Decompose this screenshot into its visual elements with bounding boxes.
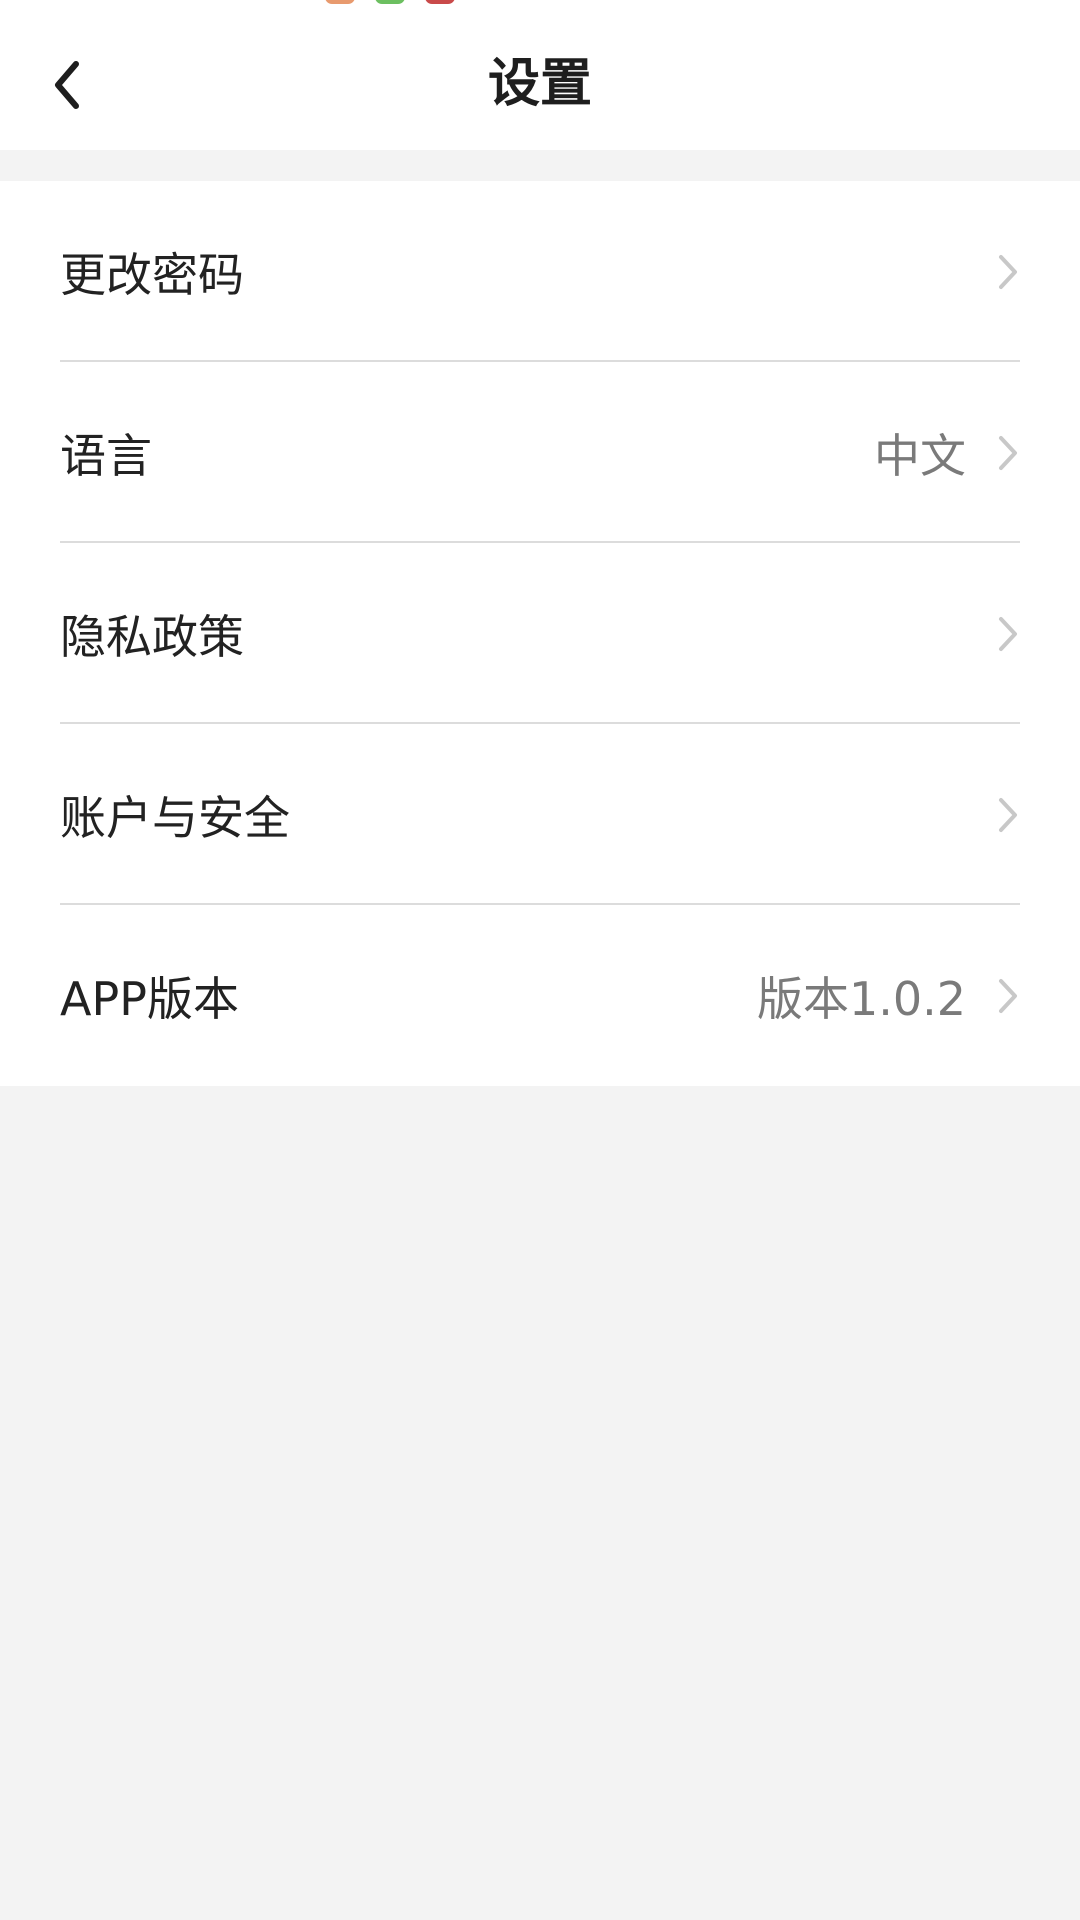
chevron-right-icon bbox=[996, 976, 1020, 1016]
settings-item-label: 隐私政策 bbox=[60, 609, 244, 664]
settings-item-privacy-policy[interactable]: 隐私政策 bbox=[0, 543, 1080, 724]
settings-item-app-version[interactable]: APP版本 版本1.0.2 bbox=[0, 905, 1080, 1086]
chevron-right-icon bbox=[996, 614, 1020, 654]
settings-item-value: 版本1.0.2 bbox=[756, 971, 966, 1026]
page-title: 设置 bbox=[487, 54, 592, 114]
app-header: 设置 bbox=[0, 0, 1080, 150]
settings-item-label: APP版本 bbox=[60, 971, 239, 1026]
settings-item-label: 语言 bbox=[60, 428, 152, 483]
settings-item-value: 中文 bbox=[874, 428, 966, 483]
settings-item-language[interactable]: 语言 中文 bbox=[0, 362, 1080, 543]
chevron-right-icon bbox=[996, 795, 1020, 835]
settings-list: 更改密码 语言 中文 隐私政策 账户与安全 APP版本 版本1.0.2 bbox=[0, 181, 1080, 1086]
settings-item-label: 账户与安全 bbox=[60, 790, 290, 845]
settings-item-change-password[interactable]: 更改密码 bbox=[0, 181, 1080, 362]
settings-item-label: 更改密码 bbox=[60, 247, 244, 302]
status-bar-fragment bbox=[0, 0, 1080, 6]
chevron-right-icon bbox=[996, 252, 1020, 292]
settings-item-account-security[interactable]: 账户与安全 bbox=[0, 724, 1080, 905]
chevron-right-icon bbox=[996, 433, 1020, 473]
